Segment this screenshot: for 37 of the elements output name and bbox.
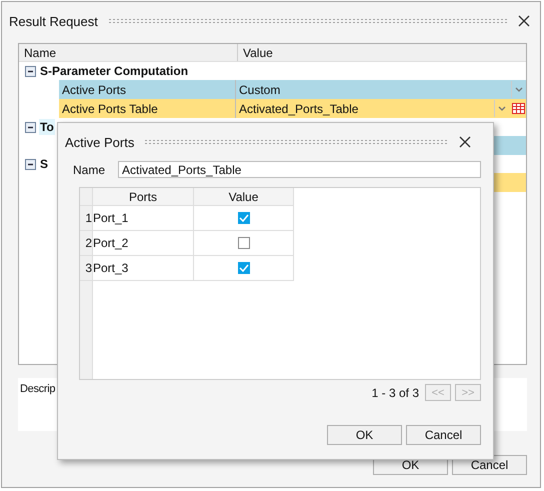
close-icon[interactable] [459,136,471,148]
property-value[interactable]: Custom [236,82,511,96]
chevron-down-icon [515,87,523,92]
dialog-title: Active Ports [65,134,134,150]
collapse-icon[interactable] [25,122,36,132]
property-value[interactable]: Activated_Ports_Table [236,102,494,116]
checkbox[interactable] [238,262,250,274]
name-field[interactable]: Activated_Ports_Table [118,161,481,178]
ok-button[interactable]: OK [327,425,402,445]
port-cell: Port_2 [93,231,194,256]
window-title: Result Request [9,14,98,28]
description-label: Descrip [20,383,56,395]
column-header: Ports [93,188,194,206]
column-header: Value [194,188,294,206]
collapse-icon[interactable] [25,158,36,170]
table-icon[interactable] [512,103,525,114]
name-label: Name [73,162,106,176]
property-name: Active Ports Table [59,99,236,118]
property-row[interactable]: Active Ports Table Activated_Ports_Table [59,99,526,118]
column-header: Name [19,44,238,61]
row-number: 3 [80,256,93,281]
checkbox[interactable] [238,237,250,249]
column-header: Value [242,45,274,61]
property-row[interactable]: Active Ports Custom [59,80,526,99]
chevron-down-icon [498,106,506,111]
row-number: 1 [80,206,93,231]
page-count: 1 - 3 of 3 [372,386,419,400]
port-cell: Port_3 [93,256,194,281]
cancel-button[interactable]: Cancel [406,425,481,445]
collapse-icon[interactable] [25,66,36,76]
row-number: 2 [80,231,93,256]
group-label[interactable]: To [39,119,55,135]
checkbox[interactable] [238,212,250,224]
port-cell: Port_1 [93,206,194,231]
group-label[interactable]: S [39,156,50,172]
close-icon[interactable] [518,15,530,27]
group-label[interactable]: S-Parameter Computation [39,63,190,79]
